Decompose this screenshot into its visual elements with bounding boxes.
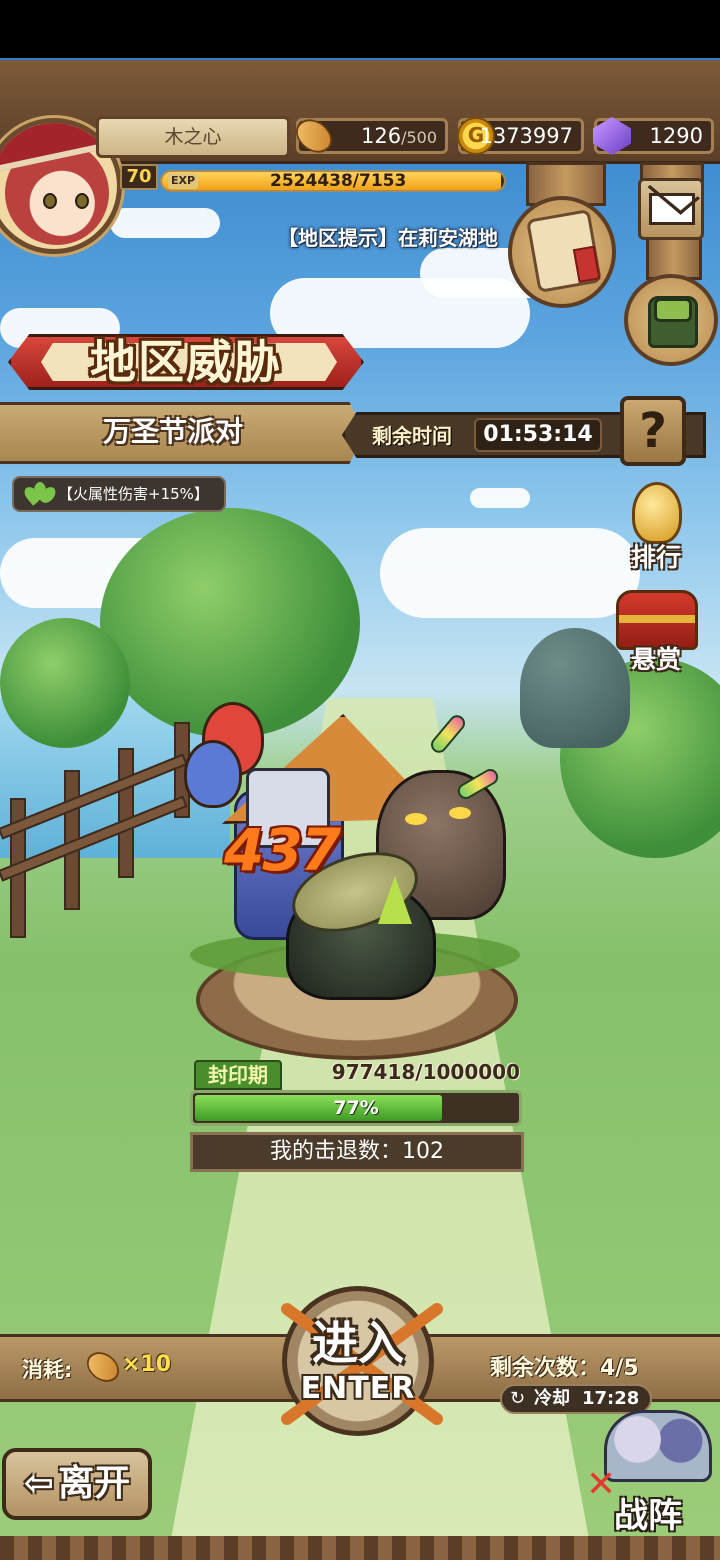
- boss-hp-percent: 77%: [333, 1097, 379, 1119]
- team-label: 战阵: [614, 1496, 682, 1536]
- ranking-button[interactable]: 排行: [612, 482, 700, 582]
- stamina-current: 126: [360, 124, 402, 148]
- boss-hp-text: 977418/1000000: [331, 1060, 520, 1084]
- remaining-attempts: 剩余次数：4/5: [490, 1356, 639, 1381]
- trophy-egg-icon: [632, 482, 682, 544]
- balloon: [184, 740, 242, 808]
- gem-value: 1290: [649, 124, 703, 148]
- team-formation-button[interactable]: ✕ 战阵: [586, 1410, 718, 1536]
- refresh-icon: ↻: [510, 1388, 526, 1409]
- enter-button[interactable]: 进入 ENTER: [281, 1286, 443, 1436]
- backpack-flap: [654, 298, 692, 322]
- avatar-eye: [75, 193, 89, 209]
- player-name: 木之心: [96, 116, 290, 158]
- status-bar: [0, 0, 720, 58]
- back-arrow-icon: ⇦: [23, 1463, 55, 1504]
- cost-value: ×10: [122, 1352, 172, 1377]
- leave-button[interactable]: ⇦ 离开: [2, 1448, 152, 1520]
- buff-text: 【火属性伤害+15%】: [58, 485, 209, 503]
- exp-bar: EXP 2524438/7153: [160, 170, 506, 192]
- event-name: 万圣节派对: [102, 415, 243, 448]
- player-level: 70: [120, 164, 158, 190]
- mail-icon: [649, 193, 695, 225]
- ranking-label: 排行: [630, 543, 681, 572]
- damage-number: 437: [224, 816, 341, 884]
- buff-badge: 【火属性伤害+15%】: [12, 476, 226, 512]
- exp-text: 2524438/7153: [270, 171, 407, 191]
- mail-button[interactable]: [638, 178, 704, 240]
- cooldown-value: 17:28: [582, 1388, 640, 1409]
- stamina-counter[interactable]: 126/500: [290, 111, 448, 161]
- area-hint-ticker: 【地区提示】在莉安湖地: [278, 226, 498, 250]
- bounty-label: 悬赏: [630, 645, 681, 674]
- exp-label: EXP: [168, 173, 199, 189]
- gold-counter[interactable]: G 1373997: [457, 117, 584, 155]
- leaf-icon: [21, 482, 59, 506]
- gem-counter[interactable]: 1290: [593, 117, 714, 155]
- quest-scroll-icon: [526, 209, 602, 293]
- help-button[interactable]: ?: [620, 396, 686, 466]
- gold-value: 1373997: [479, 124, 573, 148]
- stamina-cap: /500: [401, 128, 437, 147]
- bounty-button[interactable]: 悬赏: [612, 590, 700, 680]
- enter-label-en: ENTER: [300, 1371, 416, 1406]
- cost-label: 消耗:: [22, 1358, 73, 1382]
- enter-label-cn: 进入: [312, 1316, 404, 1370]
- boss-status-tag: 封印期: [194, 1060, 282, 1090]
- my-kills: 我的击退数：102: [190, 1132, 524, 1172]
- bottom-fringe: [0, 1536, 720, 1560]
- quest-scroll-button[interactable]: [508, 196, 616, 308]
- avatar-eye: [43, 193, 57, 209]
- cooldown-label: 冷却: [534, 1388, 570, 1409]
- leave-label: 离开: [58, 1463, 131, 1504]
- event-banner-title: 地区威胁: [90, 335, 282, 389]
- boss-hp-bar: 77%: [190, 1090, 522, 1126]
- remaining-time-label: 剩余时间: [372, 424, 452, 448]
- remaining-time-value: 01:53:14: [474, 418, 602, 452]
- backpack-button[interactable]: [624, 274, 718, 366]
- purple-gem-icon: [593, 117, 631, 155]
